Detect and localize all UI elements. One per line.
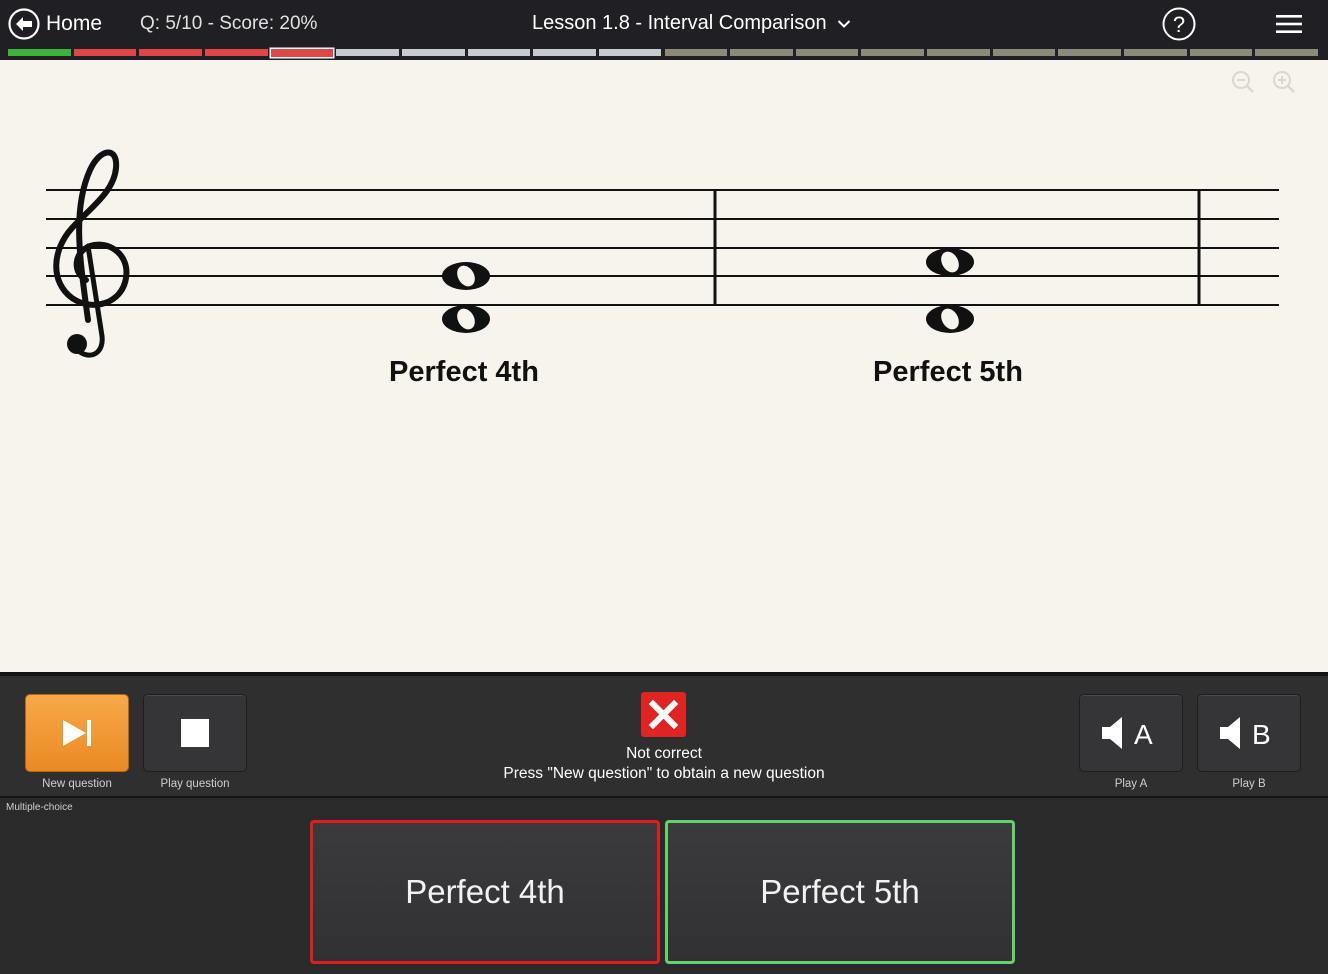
interval-a-label: Perfect 4th: [389, 356, 539, 388]
progress-segment: [336, 49, 399, 56]
speaker-icon: B: [1220, 717, 1271, 750]
progress-segment: [533, 49, 596, 56]
home-label: Home: [46, 12, 103, 35]
score-area: Perfect 4th Perfect 5th: [0, 60, 1328, 672]
multiple-choice-label: Multiple-choice: [6, 802, 73, 813]
progress-segment: [730, 49, 793, 56]
progress-segment: [927, 49, 990, 56]
progress-segment: [467, 49, 531, 56]
whole-note-c4: [442, 305, 490, 333]
answer-perfect-4th-button[interactable]: Perfect 4th: [310, 820, 660, 964]
progress-segment: [598, 49, 662, 56]
interval-b-notes: [926, 248, 974, 333]
progress-segment: [1189, 49, 1253, 56]
play-b-button[interactable]: B: [1197, 694, 1301, 772]
play-a-caption: Play A: [1114, 778, 1148, 790]
chevron-down-icon: [837, 19, 850, 28]
progress-segment: [1255, 49, 1318, 56]
home-button[interactable]: Home: [8, 8, 102, 40]
incorrect-icon: [641, 692, 686, 737]
play-b-caption: Play B: [1232, 778, 1266, 790]
question-progress-bar: [0, 48, 1328, 60]
progress-segment: [204, 49, 268, 56]
treble-clef-icon: [53, 149, 130, 358]
progress-segment: [795, 49, 859, 56]
music-staff: [46, 149, 1279, 358]
progress-segment: [664, 49, 728, 56]
progress-segment: [401, 49, 465, 56]
answer-perfect-5th-button[interactable]: Perfect 5th: [665, 820, 1015, 964]
play-a-button[interactable]: A: [1079, 694, 1183, 772]
progress-segment: [861, 49, 925, 56]
progress-segment: [8, 49, 71, 56]
interval-a-notes: [442, 262, 490, 333]
control-bar: New question Play question Not correct P…: [0, 672, 1328, 796]
whole-note-g4: [926, 248, 974, 276]
hamburger-menu-icon[interactable]: [1274, 12, 1304, 36]
staff-lines: [46, 189, 1279, 306]
progress-segment: [270, 49, 334, 57]
svg-text:?: ?: [1173, 12, 1185, 37]
top-bar: Home Q: 5/10 - Score: 20% Lesson 1.8 - I…: [0, 0, 1328, 48]
back-arrow-icon: [8, 8, 40, 40]
question-score: Q: 5/10 - Score: 20%: [140, 13, 318, 34]
progress-segment: [1124, 49, 1187, 56]
whole-note-c4: [926, 305, 974, 333]
svg-text:A: A: [1134, 719, 1153, 750]
progress-segment: [139, 49, 202, 56]
interval-b-label: Perfect 5th: [873, 356, 1023, 388]
multiple-choice-area: Multiple-choice Perfect 4th Perfect 5th: [0, 796, 1328, 974]
help-icon[interactable]: ?: [1162, 7, 1196, 41]
progress-segment: [73, 49, 137, 56]
speaker-icon: A: [1102, 717, 1153, 750]
progress-segment: [992, 49, 1056, 56]
lesson-selector[interactable]: Lesson 1.8 - Interval Comparison: [532, 12, 851, 35]
svg-text:B: B: [1252, 719, 1271, 750]
progress-segment: [1058, 49, 1122, 56]
lesson-title: Lesson 1.8 - Interval Comparison: [532, 12, 827, 34]
whole-note-f4: [442, 262, 490, 290]
